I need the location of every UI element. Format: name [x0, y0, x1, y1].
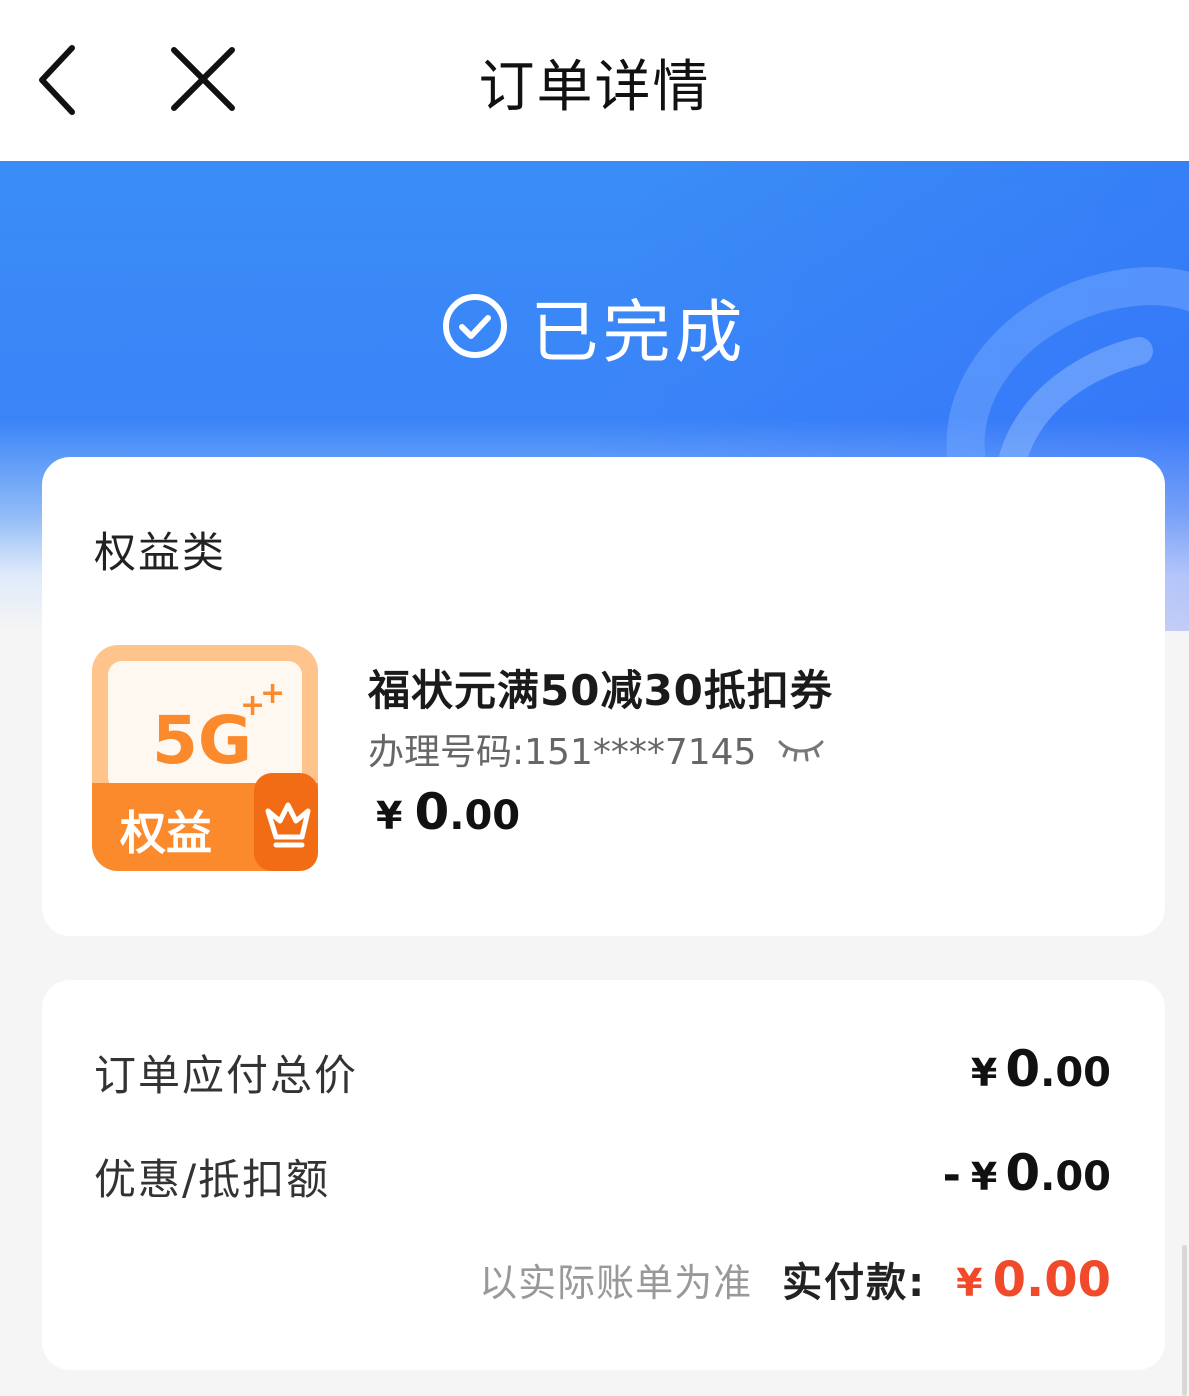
nav-bar: 订单详情 — [0, 0, 1189, 161]
paid-label: 实付款: — [782, 1260, 927, 1306]
product-thumbnail: 5G + + 权益 — [92, 645, 318, 871]
phone-number: 办理号码:151****7145 — [368, 732, 757, 773]
total-decimal: .00 — [1040, 1050, 1111, 1096]
product-card[interactable]: 权益类 5G + + 权益 福状元满50减30抵扣券 办理号码:151****7… — [42, 457, 1165, 936]
page-title: 订单详情 — [478, 55, 711, 120]
price-currency: ¥ — [376, 794, 403, 838]
discount-label: 优惠/抵扣额 — [94, 1155, 331, 1204]
total-label: 订单应付总价 — [94, 1051, 359, 1100]
order-detail-page: 订单详情 已完成 权益类 5G + + 权益 福状元满50减30抵扣券 办理号码… — [0, 0, 1189, 1396]
paid-amount: 0.00 — [992, 1252, 1111, 1308]
thumbnail-logo: 5G — [152, 702, 252, 779]
price-integer: 0 — [414, 783, 450, 841]
svg-text:+: + — [260, 676, 285, 711]
total-value: ¥ 0 .00 — [971, 1040, 1111, 1098]
discount-value: - ¥ 0 .00 — [943, 1144, 1111, 1202]
eye-closed-icon[interactable] — [776, 734, 826, 764]
phone-row: 办理号码:151****7145 — [368, 727, 826, 773]
paid-value: ¥ 0.00 — [956, 1252, 1111, 1308]
paid-row: 以实际账单为准 实付款: ¥ 0.00 — [479, 1250, 1111, 1308]
payment-summary-card: 订单应付总价 ¥ 0 .00 优惠/抵扣额 - ¥ 0 .00 以实际账单为准 … — [42, 980, 1165, 1370]
status-text: 已完成 — [530, 293, 747, 373]
discount-currency: ¥ — [970, 1155, 998, 1199]
price-decimal: .00 — [449, 793, 521, 839]
check-circle-icon — [443, 294, 508, 358]
product-name: 福状元满50减30抵扣券 — [368, 666, 833, 715]
product-price: ¥ 0 .00 — [376, 783, 520, 841]
discount-decimal: .00 — [1040, 1154, 1111, 1200]
category-label: 权益类 — [94, 528, 227, 577]
thumbnail-badge: 权益 — [119, 806, 212, 860]
total-currency: ¥ — [970, 1051, 998, 1095]
order-status: 已完成 — [0, 281, 1189, 373]
paid-currency: ¥ — [956, 1261, 983, 1305]
total-integer: 0 — [1005, 1040, 1041, 1098]
discount-sign: - — [942, 1150, 961, 1201]
scrollbar[interactable] — [1182, 1245, 1187, 1396]
discount-integer: 0 — [1005, 1144, 1041, 1202]
billing-note: 以实际账单为准 — [479, 1261, 753, 1305]
